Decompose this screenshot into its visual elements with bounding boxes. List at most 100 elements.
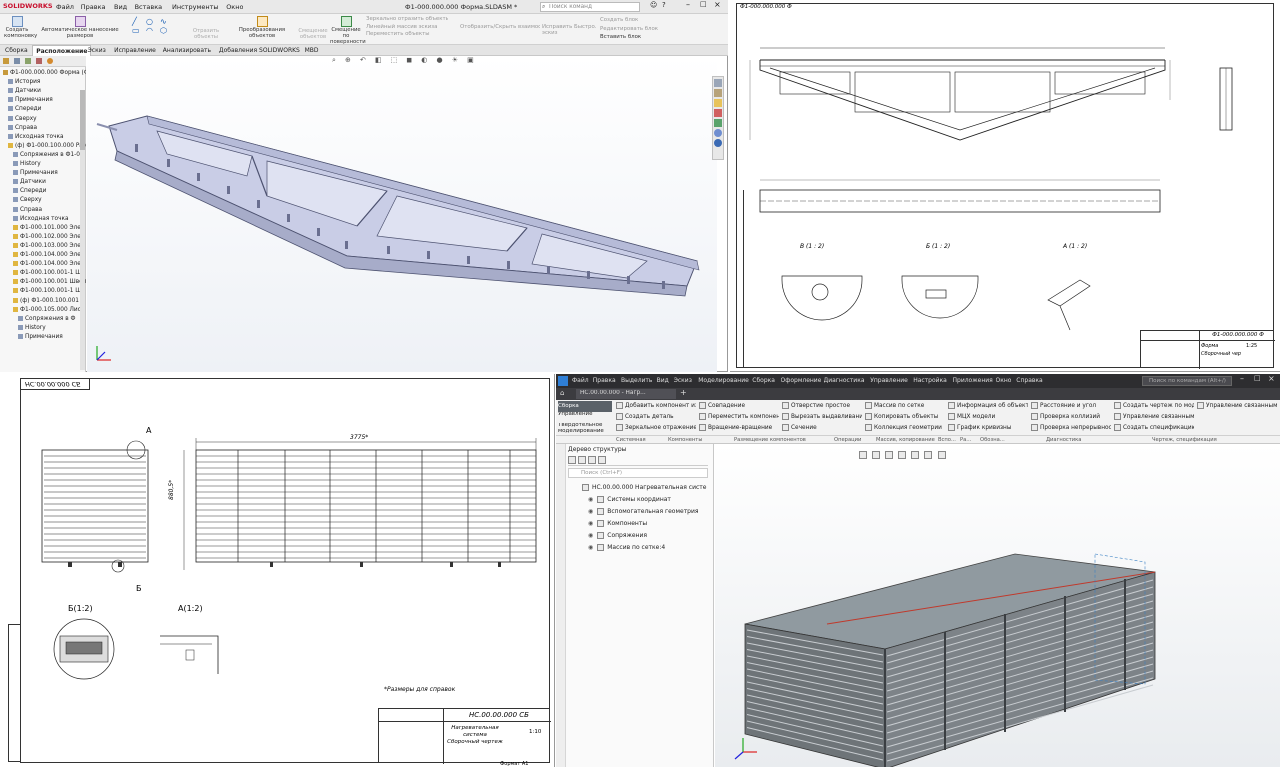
kp-tree-item[interactable]: ◉ Вспомогательная геометрия (570, 506, 710, 517)
sw-menu-item[interactable]: Вставка (135, 3, 163, 11)
kp-ribbon-button[interactable]: Информация об объекте (948, 402, 1028, 412)
sw-tab[interactable]: Анализировать (160, 45, 214, 56)
sw-search-box[interactable]: Поиск команд ⌕ (540, 2, 640, 12)
auto-dims-button[interactable]: Автоматическое нанесение размеров (34, 16, 126, 43)
sw-tree-item[interactable]: Исходная точка (0, 133, 86, 142)
sw-menu-item[interactable]: Инструменты (172, 3, 219, 11)
sw-mold-model[interactable] (87, 56, 717, 372)
kp-ribbon-button[interactable]: Копировать объекты (865, 413, 945, 423)
sw-tree-item[interactable]: Ф1-000.100.001-1 Ш (0, 287, 86, 296)
maximize-icon[interactable]: □ (700, 0, 707, 8)
create-layout-button[interactable]: Создать компоновку (4, 16, 37, 43)
sw-tree-item[interactable]: Спереди (0, 187, 86, 196)
sw-tree-item[interactable]: Ф1-000.104.000 Элем (0, 251, 86, 260)
user-icon[interactable]: ☺ (650, 1, 657, 9)
view-palette-icon[interactable] (714, 109, 722, 117)
eye-icon[interactable]: ◉ (588, 496, 593, 503)
resources-icon[interactable] (714, 79, 722, 87)
property-manager-icon[interactable] (14, 58, 20, 64)
kp-menu-item[interactable]: Эскиз (674, 377, 692, 384)
help-icon[interactable]: ? (662, 1, 666, 9)
kp-menu-item[interactable]: Справка (1016, 377, 1042, 384)
sw-tree-item[interactable]: Примечания (0, 96, 86, 105)
kp-ribbon-button[interactable]: Отверстие простое (782, 402, 862, 412)
kp-tree-item[interactable]: ◉ Компоненты (570, 518, 710, 529)
sw-tree-item[interactable]: Сверху (0, 115, 86, 124)
kp-menu-item[interactable]: Моделирование (698, 377, 749, 384)
sw-tree-item[interactable]: Сопряжения в Ф1-0 (0, 151, 86, 160)
tree-view-icon[interactable] (597, 456, 606, 464)
kp-ribbon-button[interactable]: Зеркальное отражение ко... (616, 424, 696, 434)
kp-ribbon-button[interactable]: Создать чертеж по модели (1114, 402, 1194, 412)
kp-tree-item[interactable]: ◉ Массив по сетке:4 (570, 542, 710, 553)
kp-menu-item[interactable]: Вид (657, 377, 669, 384)
insert-block-item[interactable]: Вставить блок (600, 33, 674, 42)
kp-minimize-icon[interactable]: – (1240, 374, 1244, 383)
kp-ribbon-button[interactable]: Вырезать выдавливанием (782, 413, 862, 423)
show-hide-relations-button[interactable]: Отобразить/Скрыть взаимосвязи (460, 24, 540, 30)
line-icon[interactable]: ╱ (132, 17, 137, 26)
kp-heating-model[interactable] (715, 444, 1280, 767)
dimxpert-icon[interactable] (36, 58, 42, 64)
polygon-icon[interactable]: ⬡ (160, 26, 167, 35)
kp-ribbon-button[interactable]: Добавить компонент из... (616, 402, 696, 412)
kp-home-icon[interactable]: ⌂ (560, 389, 564, 397)
kp-maximize-icon[interactable]: □ (1254, 374, 1261, 382)
offset-surface-button[interactable]: Смещение по поверхности (330, 16, 366, 45)
kp-menu-item[interactable]: Приложения (953, 377, 993, 384)
appearances-icon[interactable] (714, 119, 722, 127)
kp-graphics-area[interactable] (715, 444, 1280, 767)
kp-new-tab-icon[interactable]: + (680, 388, 687, 397)
eye-icon[interactable]: ◉ (588, 544, 593, 551)
kp-command-search[interactable]: Поиск по командам (Alt+/) (1142, 376, 1232, 386)
sw-tab[interactable]: Добавления SOLIDWORKS (216, 45, 303, 56)
sw-tree-item[interactable]: Сопряжения в Ф (0, 315, 86, 324)
sw-tree-item[interactable]: Сверху (0, 196, 86, 205)
create-block-item[interactable]: Создать блок (600, 16, 674, 25)
eye-icon[interactable]: ◉ (588, 532, 593, 539)
kp-menu-item[interactable]: Сборка (752, 377, 775, 384)
sw-tree-item[interactable]: History (0, 324, 86, 333)
kp-ribbon-button[interactable]: МЦХ модели (948, 413, 1028, 423)
sw-tab[interactable]: MBD (302, 45, 322, 56)
kp-ribbon-button[interactable]: Сечение (782, 424, 862, 434)
kp-ribbon-button[interactable]: Переместить компонент (699, 413, 779, 423)
kp-menu-item[interactable]: Диагностика (824, 377, 865, 384)
sw-tree-item[interactable]: Ф1-000.100.001-1 Ш (0, 269, 86, 278)
kp-menu-item[interactable]: Настройка (913, 377, 947, 384)
sw-tab[interactable]: Расположение (32, 45, 92, 56)
minimize-icon[interactable]: – (686, 0, 690, 9)
kp-ribbon-button[interactable]: Коллекция геометрии (865, 424, 945, 434)
sw-tab[interactable]: Исправление (111, 45, 159, 56)
sw-tree-item[interactable]: Справа (0, 206, 86, 215)
kp-ribbon-button[interactable]: Управление связанными с... (1197, 402, 1277, 412)
kp-tree-item[interactable]: ◉ Сопряжения (570, 530, 710, 541)
sw-tree-item[interactable]: (ф) Ф1-000.100.001 ( (0, 297, 86, 306)
kp-menu-item[interactable]: Выделить (621, 377, 652, 384)
sw-tree-item[interactable]: Ф1-000.000.000 Форма (Ф1 (0, 69, 86, 78)
display-manager-icon[interactable] (47, 58, 53, 64)
sw-tree-item[interactable]: Спереди (0, 105, 86, 114)
kp-mode-item[interactable]: Сборка (558, 401, 612, 412)
kp-ribbon-button[interactable]: График кривизны (948, 424, 1028, 434)
kp-tree-search[interactable]: Поиск (Ctrl+F) (568, 468, 708, 478)
kp-doc-tab[interactable]: НС.00.00.000 - Нагр... (576, 389, 676, 399)
mirror-objects-item[interactable]: Зеркально отразить объекты (366, 16, 448, 24)
kp-ribbon-button[interactable]: Проверка непрерывности (1031, 424, 1111, 434)
scrollbar-thumb[interactable] (80, 90, 85, 150)
3dexperience-icon[interactable] (714, 139, 722, 147)
sw-tree-item[interactable]: Примечания (0, 333, 86, 342)
sw-tree-item[interactable]: (ф) Ф1-000.100.000 Рам (0, 142, 86, 151)
move-objects-item[interactable]: Переместить объекты (366, 31, 448, 39)
sw-tree-item[interactable]: Ф1-000.102.000 Элем (0, 233, 86, 242)
kp-ribbon-button[interactable]: Создать спецификацию... (1114, 424, 1194, 434)
sw-tree-item[interactable]: Исходная точка (0, 215, 86, 224)
kp-menu-item[interactable]: Оформление (781, 377, 822, 384)
kp-ribbon-button[interactable]: Вращение-вращение (699, 424, 779, 434)
sw-tree-item[interactable]: Ф1-000.103.000 Элем (0, 242, 86, 251)
design-library-icon[interactable] (714, 89, 722, 97)
kp-ribbon-button[interactable]: Проверка коллизий (1031, 413, 1111, 423)
kp-tree-item[interactable]: ◉ Системы координат (570, 494, 710, 505)
kp-mode-item[interactable]: Твердотельное моделирование (558, 423, 612, 434)
sw-tree-item[interactable]: Датчики (0, 178, 86, 187)
